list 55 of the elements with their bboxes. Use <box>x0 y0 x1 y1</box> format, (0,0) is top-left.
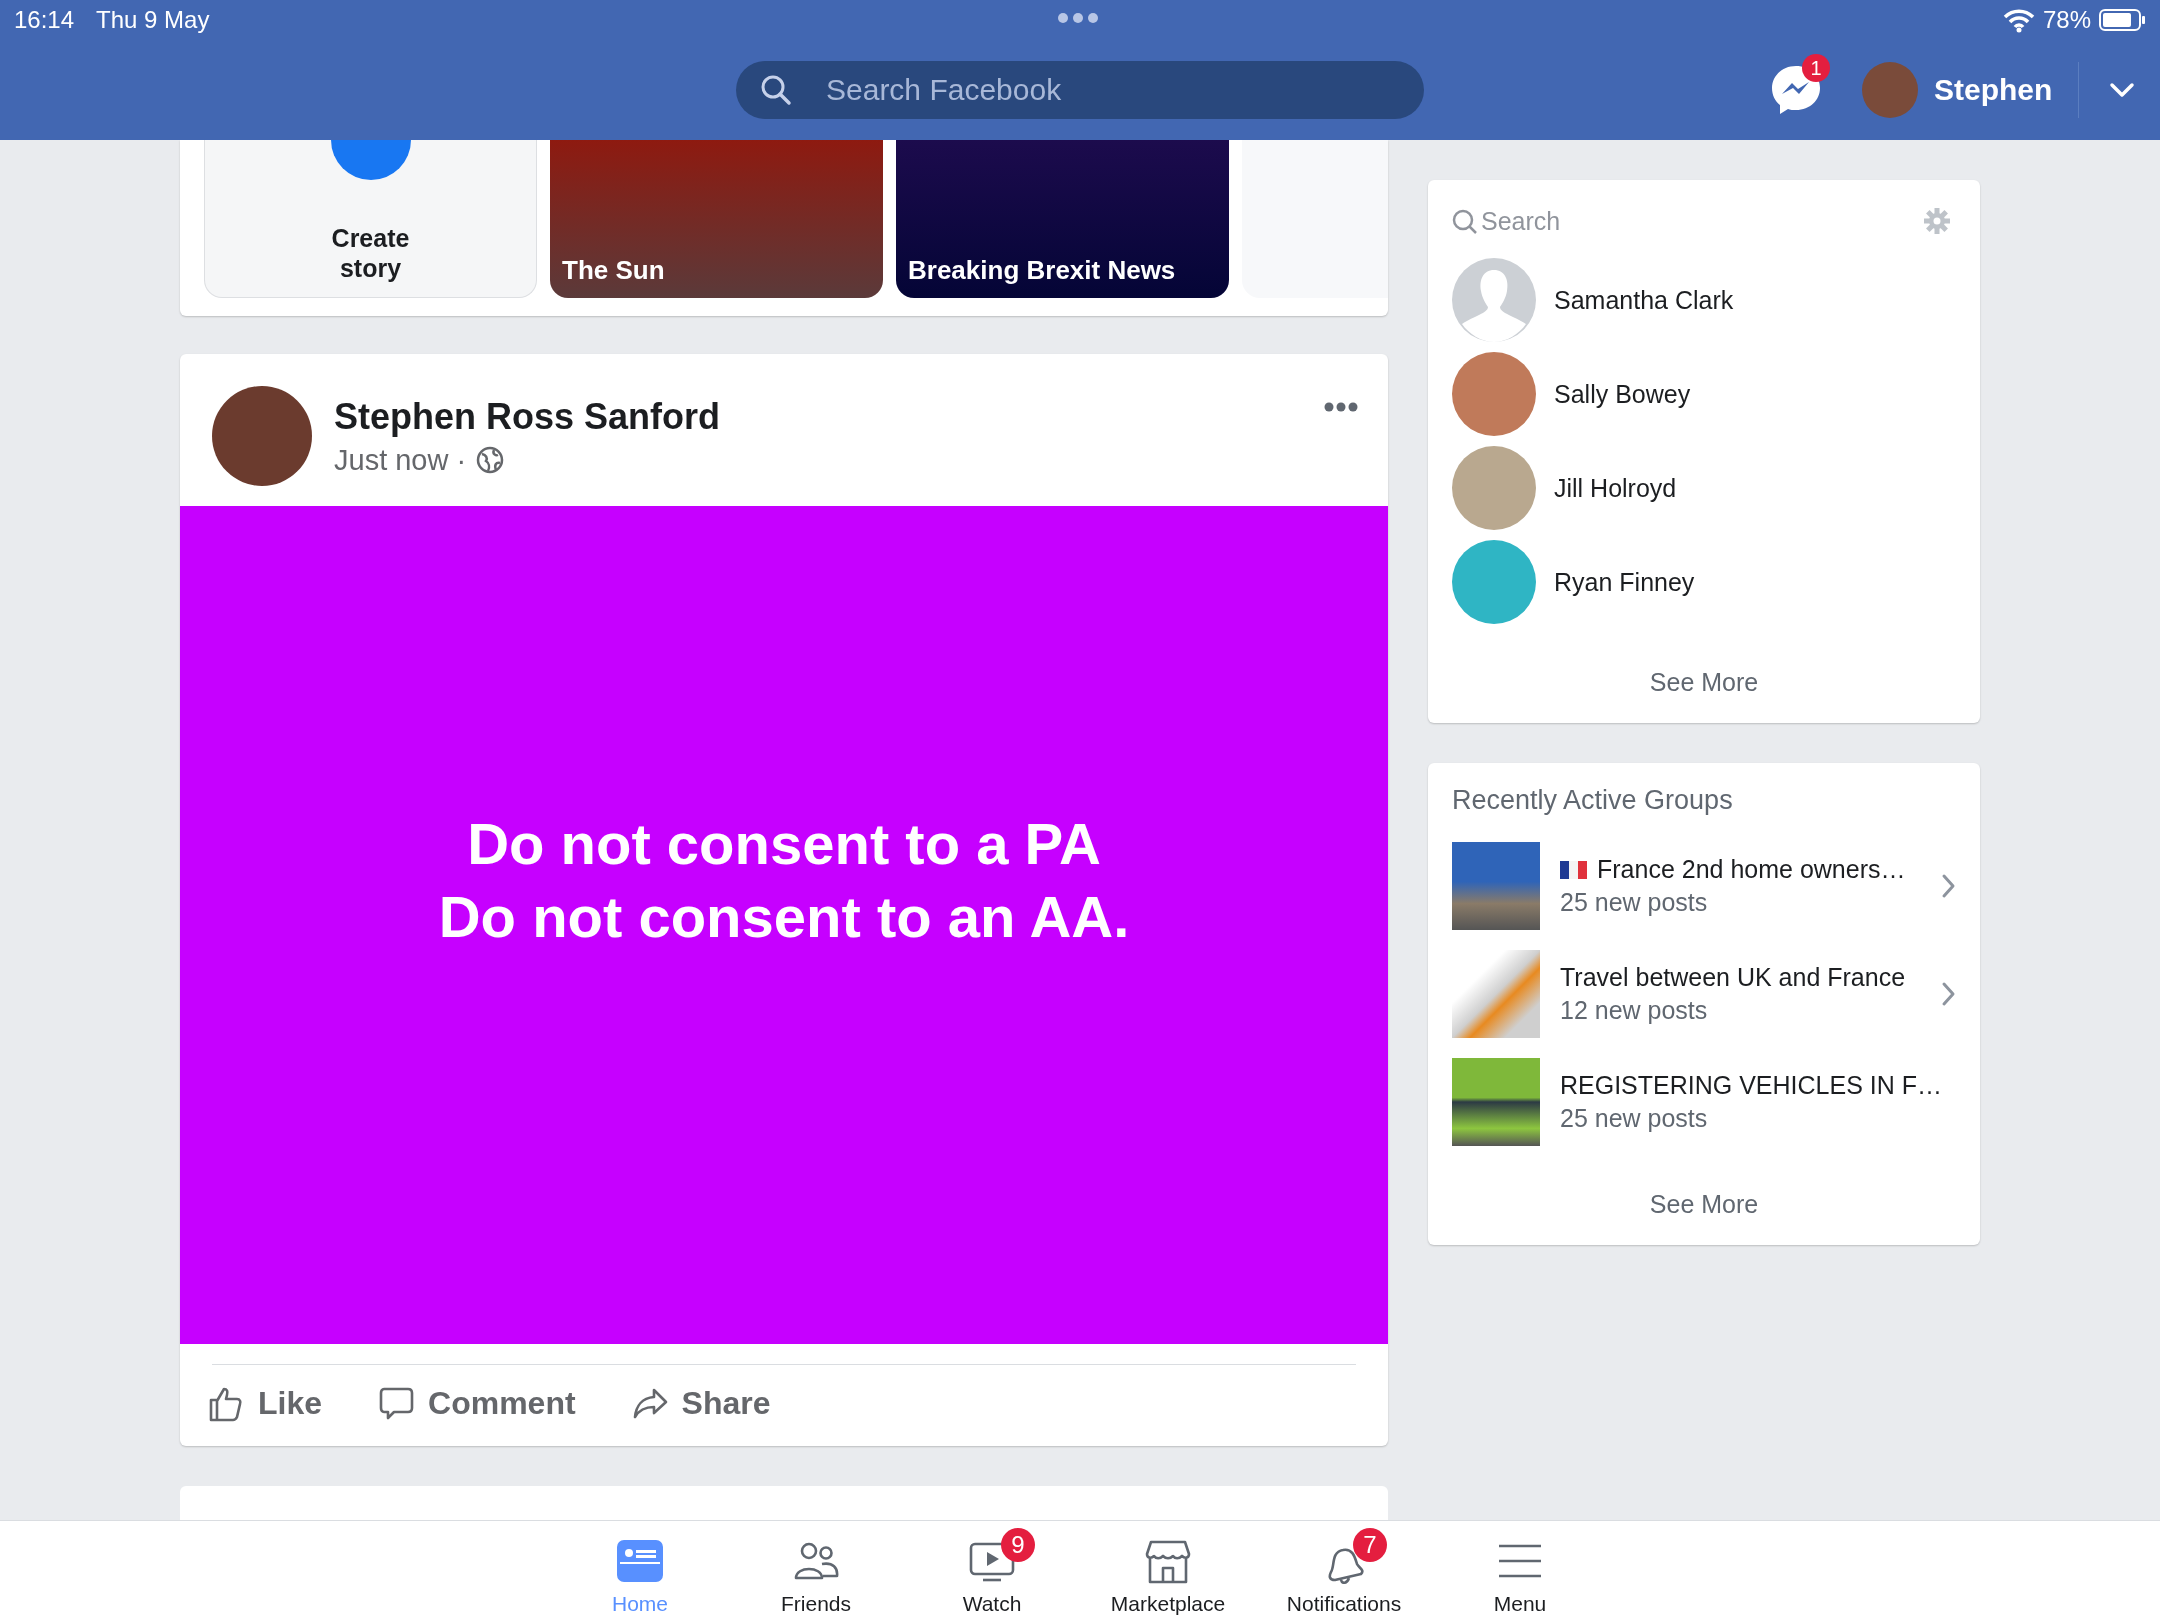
like-button[interactable]: Like <box>208 1379 323 1428</box>
storefront-icon <box>1145 1540 1191 1584</box>
story-card[interactable]: Breaking Brexit News <box>896 140 1229 298</box>
group-post-count: 25 new posts <box>1560 1104 1709 1133</box>
chevron-right-icon <box>1941 981 1956 1007</box>
group-item[interactable]: Travel between UK and France 12 new posts <box>1452 950 1956 1038</box>
tab-watch[interactable]: 9 Watch <box>904 1521 1080 1620</box>
notification-badge: 7 <box>1353 1528 1387 1562</box>
group-post-count: 25 new posts <box>1560 888 1709 917</box>
post-time: Just now · <box>334 443 467 477</box>
share-button[interactable]: Share <box>631 1379 771 1428</box>
group-item[interactable]: REGISTERING VEHICLES IN F… 25 new posts <box>1452 1058 1956 1146</box>
globe-icon <box>476 446 505 474</box>
group-item[interactable]: France 2nd home owners… 25 new posts <box>1452 842 1956 930</box>
chevron-down-icon[interactable] <box>2109 82 2136 98</box>
multitask-dots-icon <box>1058 13 1098 23</box>
contact-item[interactable]: Ryan Finney <box>1452 540 1956 624</box>
story-label: The Sun <box>562 255 666 286</box>
chevron-right-icon <box>1941 873 1956 899</box>
wifi-icon <box>2002 7 2035 33</box>
see-more-link[interactable]: See More <box>1452 624 1956 715</box>
battery-icon <box>2099 9 2146 31</box>
more-options-icon[interactable] <box>1324 402 1358 412</box>
tab-friends[interactable]: Friends <box>728 1521 904 1620</box>
contacts-search-field[interactable]: Search <box>1481 206 1920 236</box>
notification-badge: 9 <box>1001 1528 1035 1562</box>
search-icon <box>1452 208 1477 234</box>
flag-icon <box>1560 860 1587 879</box>
status-date: Thu 9 May <box>96 6 210 34</box>
status-time: 16:14 <box>14 6 75 34</box>
section-title: Recently Active Groups <box>1452 784 1734 816</box>
contact-item[interactable]: Sally Bowey <box>1452 352 1956 436</box>
group-name: REGISTERING VEHICLES IN F… <box>1560 1071 1942 1100</box>
tab-market[interactable]: Marketplace <box>1080 1521 1256 1620</box>
story-card[interactable]: The Sun <box>550 140 883 298</box>
avatar-silhouette-icon <box>1452 258 1536 342</box>
group-post-count: 12 new posts <box>1560 996 1709 1025</box>
contact-item[interactable]: Samantha Clark <box>1452 258 1956 342</box>
home-icon <box>617 1540 663 1584</box>
tab-menu[interactable]: Menu <box>1432 1521 1608 1620</box>
battery-percent: 78% <box>2042 6 2091 34</box>
create-story-card[interactable]: Create story <box>204 140 537 298</box>
story-label: Breaking Brexit News <box>908 255 1177 286</box>
author-name[interactable]: Stephen Ross Sanford <box>334 395 1302 438</box>
see-more-link[interactable]: See More <box>1452 1146 1956 1237</box>
notification-badge: 1 <box>1802 54 1830 82</box>
group-name: France 2nd home owners… <box>1597 855 1906 884</box>
post-text: Do not consent to a PA Do not consent to an AA. <box>438 810 1130 951</box>
search-field[interactable]: Search Facebook <box>736 61 1424 119</box>
group-name: Travel between UK and France <box>1560 963 1906 992</box>
tab-bell[interactable]: 7 Notifications <box>1256 1521 1432 1620</box>
profile-name[interactable]: Stephen <box>1934 73 2053 107</box>
search-icon <box>760 74 792 106</box>
contact-item[interactable]: Jill Holroyd <box>1452 446 1956 530</box>
comment-button[interactable]: Comment <box>378 1379 576 1428</box>
